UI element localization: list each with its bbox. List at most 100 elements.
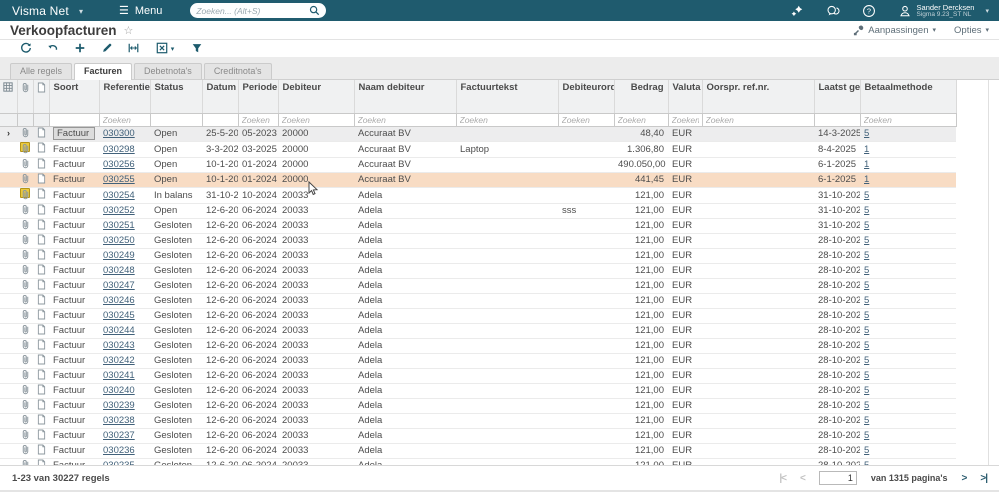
column-header-debiteur[interactable]: Debiteur xyxy=(278,80,354,113)
betaal-link[interactable]: 5 xyxy=(864,295,869,306)
brand-visma-net[interactable]: Visma Net xyxy=(12,4,69,18)
betaal-link[interactable]: 5 xyxy=(864,430,869,441)
filter-cell-ref[interactable] xyxy=(99,113,150,126)
cell-betaal[interactable]: 5 xyxy=(860,443,956,458)
betaal-link[interactable]: 5 xyxy=(864,415,869,426)
column-header-bedrag[interactable]: Bedrag xyxy=(614,80,668,113)
table-row[interactable]: Factuur030250Gesloten12-6-202406-2024200… xyxy=(0,233,956,248)
page-number-input[interactable] xyxy=(819,471,857,485)
undo-button[interactable] xyxy=(39,41,66,56)
filter-cell-gewijzigd[interactable] xyxy=(814,113,860,126)
betaal-link[interactable]: 5 xyxy=(864,355,869,366)
paperclip-icon[interactable] xyxy=(17,398,33,413)
cell-ref[interactable]: 030239 xyxy=(99,398,150,413)
note-icon[interactable] xyxy=(33,187,49,203)
paperclip-icon[interactable] xyxy=(17,308,33,323)
hamburger-menu-icon[interactable]: ☰ xyxy=(119,4,129,17)
filter-cell-bedrag[interactable] xyxy=(614,113,668,126)
ref-link[interactable]: 030238 xyxy=(103,415,135,426)
cell-betaal[interactable]: 5 xyxy=(860,398,956,413)
last-page-button[interactable]: >| xyxy=(980,473,987,484)
table-row[interactable]: Factuur030298Open3-3-202503-202520000Acc… xyxy=(0,141,956,157)
tab-debetnota-s[interactable]: Debetnota's xyxy=(134,63,202,79)
column-header-soort[interactable]: Soort xyxy=(49,80,99,113)
global-search-input[interactable] xyxy=(196,6,305,16)
paperclip-icon[interactable] xyxy=(17,263,33,278)
cell-betaal[interactable]: 5 xyxy=(860,413,956,428)
paperclip-icon[interactable] xyxy=(17,293,33,308)
next-page-button[interactable]: > xyxy=(962,473,967,484)
paperclip-icon[interactable] xyxy=(17,428,33,443)
note-icon[interactable] xyxy=(33,413,49,428)
cell-betaal[interactable]: 1 xyxy=(860,157,956,172)
cell-betaal[interactable]: 5 xyxy=(860,263,956,278)
table-row[interactable]: Factuur030244Gesloten12-6-202406-2024200… xyxy=(0,323,956,338)
betaal-link[interactable]: 5 xyxy=(864,445,869,456)
ref-link[interactable]: 030255 xyxy=(103,174,135,185)
paperclip-icon[interactable] xyxy=(17,233,33,248)
table-row[interactable]: Factuur030236Gesloten12-6-202406-2024200… xyxy=(0,443,956,458)
cell-betaal[interactable]: 5 xyxy=(860,428,956,443)
betaal-link[interactable]: 5 xyxy=(864,325,869,336)
table-row[interactable]: ›Factuur030300Open25-5-202305-202320000A… xyxy=(0,126,956,141)
note-icon[interactable] xyxy=(33,218,49,233)
cell-betaal[interactable]: 1 xyxy=(860,172,956,187)
cell-betaal[interactable]: 5 xyxy=(860,383,956,398)
cell-betaal[interactable]: 5 xyxy=(860,368,956,383)
paperclip-icon[interactable] xyxy=(17,172,33,187)
paperclip-icon[interactable] xyxy=(17,413,33,428)
first-page-button[interactable]: |< xyxy=(779,473,786,484)
add-row-button[interactable] xyxy=(66,41,93,56)
column-header-ref[interactable]: Referentienr. xyxy=(99,80,150,113)
ref-link[interactable]: 030243 xyxy=(103,340,135,351)
cell-ref[interactable]: 030251 xyxy=(99,218,150,233)
apps-sparkle-icon[interactable] xyxy=(790,4,804,18)
table-row[interactable]: Factuur030247Gesloten12-6-202406-2024200… xyxy=(0,278,956,293)
column-header-betaal[interactable]: Betaalmethode xyxy=(860,80,956,113)
filter-input-naam[interactable] xyxy=(355,114,456,126)
note-icon[interactable] xyxy=(33,278,49,293)
ref-link[interactable]: 030241 xyxy=(103,370,135,381)
filter-input-ref[interactable] xyxy=(100,114,150,126)
filter-input-order[interactable] xyxy=(559,114,614,126)
column-header-tekst[interactable]: Factuurtekst xyxy=(456,80,558,113)
filter-cell-betaal[interactable] xyxy=(860,113,956,126)
filter-button[interactable] xyxy=(183,41,210,56)
cell-betaal[interactable]: 5 xyxy=(860,248,956,263)
note-icon[interactable] xyxy=(33,172,49,187)
filter-cell-valuta[interactable] xyxy=(668,113,702,126)
filter-cell-debiteur[interactable] xyxy=(278,113,354,126)
cell-betaal[interactable]: 5 xyxy=(860,126,956,141)
paperclip-icon[interactable] xyxy=(17,187,33,203)
note-icon[interactable] xyxy=(33,233,49,248)
tab-creditnota-s[interactable]: Creditnota's xyxy=(204,63,272,79)
betaal-link[interactable]: 5 xyxy=(864,190,869,201)
tab-facturen[interactable]: Facturen xyxy=(74,63,132,80)
filter-cell-soort[interactable] xyxy=(49,113,99,126)
refresh-button[interactable] xyxy=(12,41,39,56)
cell-ref[interactable]: 030246 xyxy=(99,293,150,308)
column-header-periode[interactable]: Periode xyxy=(238,80,278,113)
ref-link[interactable]: 030239 xyxy=(103,400,135,411)
column-header-naam[interactable]: Naam debiteur xyxy=(354,80,456,113)
betaal-link[interactable]: 1 xyxy=(864,144,869,155)
cell-betaal[interactable]: 5 xyxy=(860,203,956,218)
cell-ref[interactable]: 030300 xyxy=(99,126,150,141)
cell-ref[interactable]: 030243 xyxy=(99,338,150,353)
betaal-link[interactable]: 5 xyxy=(864,370,869,381)
table-row[interactable]: Factuur030239Gesloten12-6-202406-2024200… xyxy=(0,398,956,413)
filter-cell-naam[interactable] xyxy=(354,113,456,126)
note-icon[interactable] xyxy=(33,308,49,323)
paperclip-icon[interactable] xyxy=(17,338,33,353)
note-icon[interactable] xyxy=(33,293,49,308)
ref-link[interactable]: 030240 xyxy=(103,385,135,396)
betaal-link[interactable]: 5 xyxy=(864,340,869,351)
table-row[interactable]: Factuur030240Gesloten12-6-202406-2024200… xyxy=(0,383,956,398)
paperclip-icon[interactable] xyxy=(17,368,33,383)
global-search[interactable] xyxy=(190,3,326,18)
ref-link[interactable]: 030254 xyxy=(103,190,135,201)
filter-input-bedrag[interactable] xyxy=(615,114,668,126)
search-icon[interactable] xyxy=(309,5,320,16)
note-icon[interactable] xyxy=(33,398,49,413)
filter-input-status[interactable] xyxy=(151,114,202,126)
